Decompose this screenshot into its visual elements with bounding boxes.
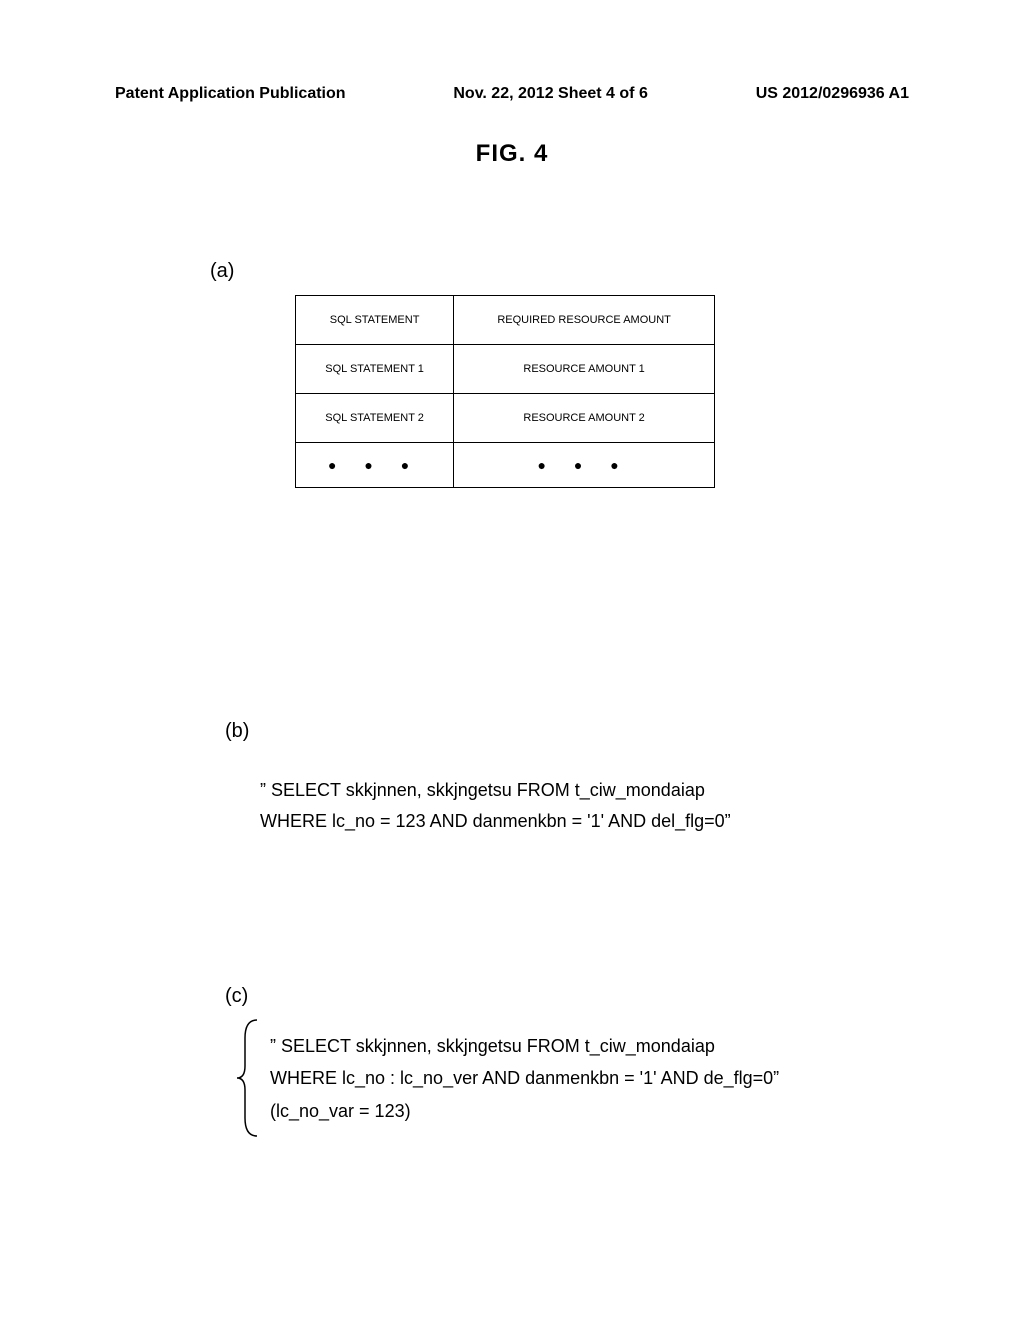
- table-row: SQL STATEMENT 2 RESOURCE AMOUNT 2: [296, 394, 715, 443]
- code-block-c: ” SELECT skkjnnen, skkjngetsu FROM t_ciw…: [270, 1030, 830, 1127]
- code-c-line1: ” SELECT skkjnnen, skkjngetsu FROM t_ciw…: [270, 1030, 830, 1062]
- table-row: SQL STATEMENT 1 RESOURCE AMOUNT 1: [296, 345, 715, 394]
- section-b-label: (b): [225, 720, 249, 743]
- cell-sql-2: SQL STATEMENT 2: [296, 394, 454, 443]
- th-required-resource: REQUIRED RESOURCE AMOUNT: [454, 296, 715, 345]
- th-sql-statement: SQL STATEMENT: [296, 296, 454, 345]
- table-header-row: SQL STATEMENT REQUIRED RESOURCE AMOUNT: [296, 296, 715, 345]
- page-header: Patent Application Publication Nov. 22, …: [115, 85, 909, 103]
- section-a-label: (a): [210, 260, 234, 283]
- code-c-line2: WHERE lc_no : lc_no_ver AND danmenkbn = …: [270, 1062, 830, 1094]
- cell-resource-2: RESOURCE AMOUNT 2: [454, 394, 715, 443]
- code-b-line2: WHERE lc_no = 123 AND danmenkbn = '1' AN…: [260, 806, 820, 837]
- brace-icon: [235, 1018, 260, 1138]
- cell-dots-left: ● ● ●: [296, 443, 454, 488]
- code-b-line1: ” SELECT skkjnnen, skkjngetsu FROM t_ciw…: [260, 775, 820, 806]
- cell-resource-1: RESOURCE AMOUNT 1: [454, 345, 715, 394]
- resource-table: SQL STATEMENT REQUIRED RESOURCE AMOUNT S…: [295, 295, 715, 488]
- header-center: Nov. 22, 2012 Sheet 4 of 6: [453, 85, 647, 103]
- code-block-b: ” SELECT skkjnnen, skkjngetsu FROM t_ciw…: [260, 775, 820, 836]
- code-c-line3: (lc_no_var = 123): [270, 1095, 830, 1127]
- header-left: Patent Application Publication: [115, 85, 346, 103]
- figure-label: FIG. 4: [476, 140, 549, 168]
- header-right: US 2012/0296936 A1: [756, 85, 909, 103]
- section-c-label: (c): [225, 985, 248, 1008]
- table-row-dots: ● ● ● ● ● ●: [296, 443, 715, 488]
- cell-sql-1: SQL STATEMENT 1: [296, 345, 454, 394]
- cell-dots-right: ● ● ●: [454, 443, 715, 488]
